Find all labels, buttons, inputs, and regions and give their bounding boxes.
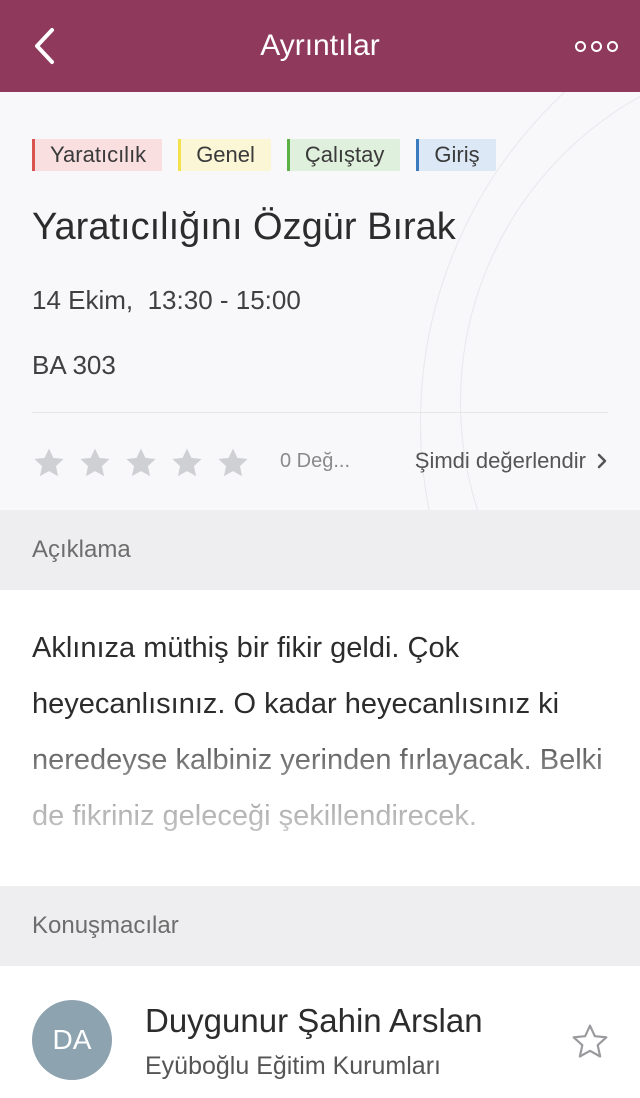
divider bbox=[32, 412, 608, 413]
star-icon[interactable] bbox=[216, 446, 250, 480]
top-navigation-bar: Ayrıntılar bbox=[0, 0, 640, 92]
star-icon[interactable] bbox=[124, 446, 158, 480]
more-dot-icon bbox=[606, 40, 618, 52]
chevron-right-icon bbox=[597, 453, 607, 469]
description-text: Aklınıza müthiş bir fikir geldi. Çok hey… bbox=[32, 632, 603, 832]
event-room: BA 303 bbox=[32, 350, 116, 380]
rating-row: 0 Değ... Şimdi değerlendir bbox=[32, 442, 608, 486]
event-summary: Yaratıcılık Genel Çalıştay Giriş Yaratıc… bbox=[0, 92, 640, 510]
more-dot-icon bbox=[590, 40, 602, 52]
tag-chip[interactable]: Genel bbox=[178, 139, 271, 171]
speaker-name: Duygunur Şahin Arslan bbox=[145, 1002, 483, 1039]
speakers-section-header: Konuşmacılar bbox=[0, 886, 640, 966]
star-icon[interactable] bbox=[170, 446, 204, 480]
description-section-header: Açıklama bbox=[0, 510, 640, 590]
speaker-list-item[interactable]: DA Duygunur Şahin Arslan Eyüboğlu Eğitim… bbox=[0, 966, 640, 1098]
avatar: DA bbox=[32, 1000, 112, 1080]
rating-count: 0 Değ... bbox=[280, 450, 351, 472]
tag-chip[interactable]: Yaratıcılık bbox=[32, 139, 163, 171]
event-date-time: 14 Ekim, 13:30 - 15:00 bbox=[32, 285, 301, 315]
more-options-button[interactable] bbox=[570, 26, 622, 66]
description-body[interactable]: Aklınıza müthiş bir fikir geldi. Çok hey… bbox=[0, 590, 640, 886]
star-icon[interactable] bbox=[78, 446, 112, 480]
rating-stars[interactable] bbox=[32, 446, 250, 480]
tag-chip[interactable]: Çalıştay bbox=[286, 139, 401, 171]
page-title: Ayrıntılar bbox=[260, 29, 380, 62]
more-dot-icon bbox=[574, 40, 586, 52]
star-outline-icon[interactable] bbox=[570, 1022, 610, 1062]
tag-chip[interactable]: Giriş bbox=[416, 139, 496, 171]
event-title: Yaratıcılığını Özgür Bırak bbox=[32, 206, 456, 248]
speaker-organization: Eyüboğlu Eğitim Kurumları bbox=[145, 1052, 441, 1080]
section-title: Konuşmacılar bbox=[32, 912, 179, 939]
section-title: Açıklama bbox=[32, 536, 131, 563]
rate-now-link[interactable]: Şimdi değerlendir bbox=[415, 448, 608, 474]
star-icon[interactable] bbox=[32, 446, 66, 480]
rate-now-label: Şimdi değerlendir bbox=[414, 448, 586, 473]
tag-list: Yaratıcılık Genel Çalıştay Giriş bbox=[32, 139, 496, 171]
